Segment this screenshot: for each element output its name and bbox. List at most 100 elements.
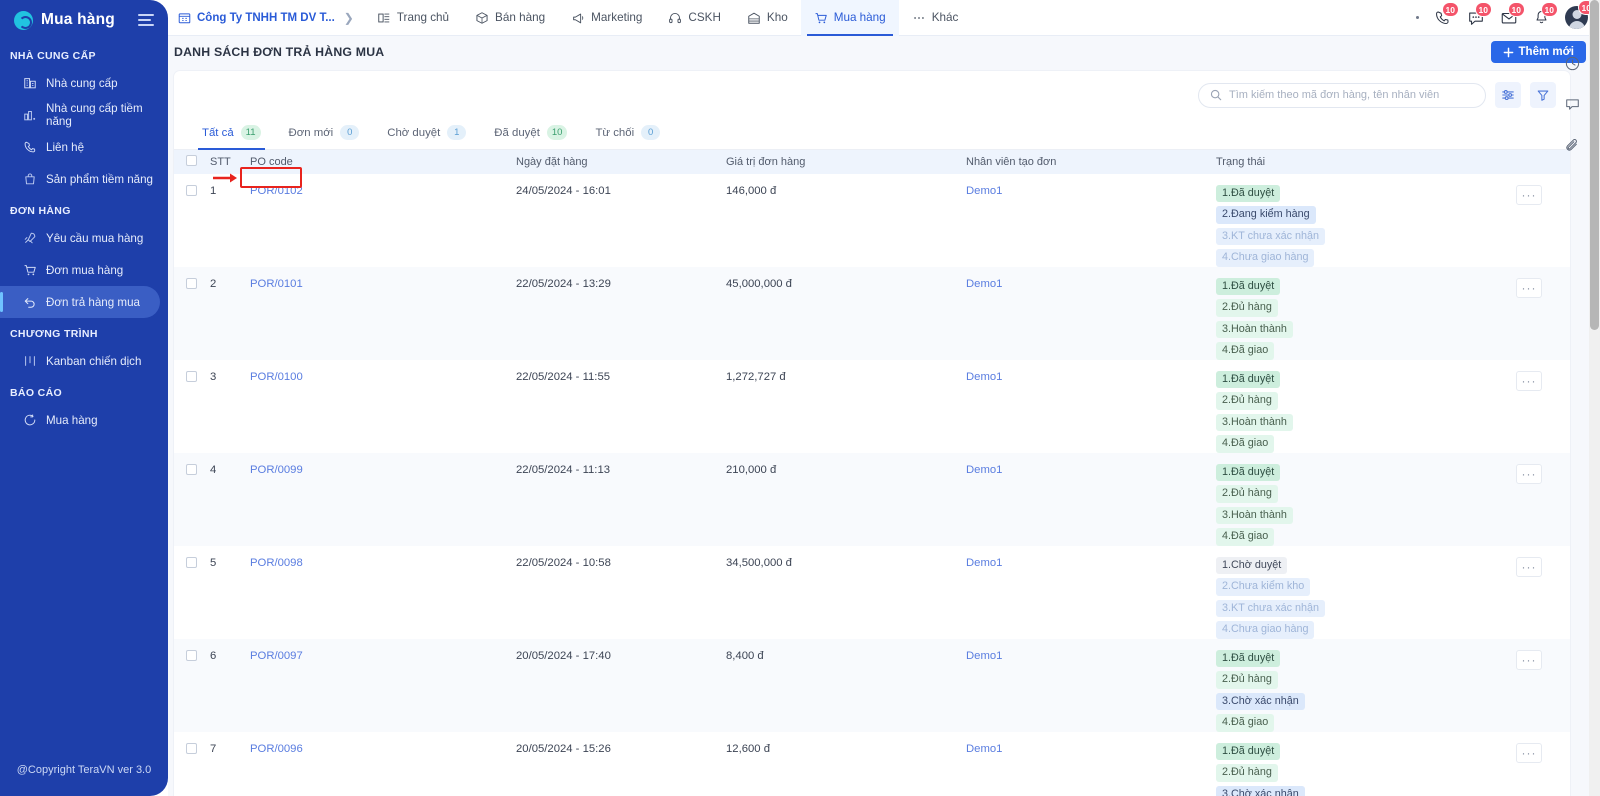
- table-row[interactable]: 5 POR/0098 22/05/2024 - 10:58 34,500,000 đ D…: [174, 546, 1570, 639]
- row-employee-cell-text[interactable]: Demo1: [966, 650, 1002, 662]
- row-employee-cell[interactable]: Demo1: [962, 360, 1212, 453]
- table-row[interactable]: 6 POR/0097 20/05/2024 - 17:40 8,400 đ Demo1 1…: [174, 638, 1570, 732]
- topnav-item-3[interactable]: CSKH: [655, 0, 733, 36]
- search-input[interactable]: [1229, 89, 1474, 101]
- column-settings-button[interactable]: [1495, 82, 1521, 108]
- bell-icon[interactable]: 10: [1532, 2, 1558, 27]
- sidebar-item-0-g2[interactable]: Kanban chiến dịch: [0, 345, 160, 377]
- row-checkbox[interactable]: [186, 463, 197, 475]
- topnav-item-6[interactable]: Khác: [899, 0, 972, 36]
- user-avatar[interactable]: 10: [1565, 0, 1595, 29]
- row-checkbox[interactable]: [186, 277, 197, 289]
- select-all-checkbox[interactable]: [186, 155, 197, 166]
- row-employee-cell[interactable]: Demo1: [962, 452, 1212, 546]
- row-actions-menu-button[interactable]: ···: [1516, 649, 1542, 670]
- sidebar-item-label: Liên hệ: [46, 140, 85, 154]
- row-po-code-cell[interactable]: POR/0101: [246, 266, 512, 360]
- row-employee-cell-text[interactable]: Demo1: [966, 557, 1002, 569]
- sidebar-item-0-g1[interactable]: Yêu cầu mua hàng: [0, 222, 160, 254]
- topnav-item-0[interactable]: Trang chủ: [364, 0, 462, 36]
- row-employee-cell[interactable]: Demo1: [962, 174, 1212, 267]
- tab-2[interactable]: Chờ duyệt 1: [373, 119, 480, 149]
- row-actions-menu-button[interactable]: ···: [1516, 370, 1542, 391]
- row-po-code-cell-text[interactable]: POR/0098: [250, 557, 303, 569]
- row-po-code-cell[interactable]: POR/0097: [246, 638, 512, 732]
- row-employee-cell[interactable]: Demo1: [962, 546, 1212, 639]
- row-employee-cell-text[interactable]: Demo1: [966, 464, 1002, 476]
- row-employee-cell[interactable]: Demo1: [962, 732, 1212, 796]
- row-po-code-cell[interactable]: POR/0096: [246, 732, 512, 796]
- status-tabs: Tất cả 11 Đơn mới 0 Chờ duyệt 1 Đã duyệt 10 Từ c…: [174, 119, 1570, 150]
- row-checkbox[interactable]: [186, 185, 197, 196]
- search-box[interactable]: [1198, 82, 1486, 108]
- row-po-code-cell-text[interactable]: POR/0096: [250, 743, 303, 755]
- app-root: Mua hàng NHÀ CUNG CẤP Nhà cung cấp Nhà cun…: [0, 0, 1600, 796]
- row-po-code-cell[interactable]: POR/0098: [246, 546, 512, 639]
- row-checkbox[interactable]: [186, 649, 197, 661]
- sidebar-item-1-g0[interactable]: Nhà cung cấp tiềm năng: [0, 99, 160, 131]
- row-po-code-cell[interactable]: POR/0099: [246, 452, 512, 546]
- tab-4[interactable]: Từ chối 0: [581, 119, 674, 149]
- table-row[interactable]: 1 POR/0102 24/05/2024 - 16:01 146,000 đ Demo…: [174, 174, 1570, 267]
- row-actions-cell: ···: [1504, 638, 1570, 732]
- filter-button[interactable]: [1530, 82, 1556, 108]
- tab-1[interactable]: Đơn mới 0: [275, 119, 374, 149]
- row-actions-menu-button[interactable]: ···: [1516, 556, 1542, 577]
- row-po-code-cell-text[interactable]: POR/0100: [250, 371, 303, 383]
- paperclip-icon[interactable]: [1562, 135, 1582, 155]
- topnav-item-1[interactable]: Bán hàng: [462, 0, 558, 36]
- mail-icon[interactable]: 10: [1499, 2, 1525, 27]
- table-row[interactable]: 4 POR/0099 22/05/2024 - 11:13 210,000 đ Demo…: [174, 452, 1570, 546]
- top-nav-items: Trang chủ Bán hàng Marketing CSKH Kho Mua hàn…: [364, 0, 971, 36]
- row-po-code-cell[interactable]: POR/0100: [246, 360, 512, 453]
- hamburger-menu-icon[interactable]: [138, 14, 154, 26]
- row-po-code-cell-text[interactable]: POR/0102: [250, 185, 303, 197]
- chat-icon[interactable]: 10: [1466, 2, 1492, 27]
- row-checkbox[interactable]: [186, 556, 197, 568]
- row-checkbox[interactable]: [186, 370, 197, 382]
- table-row[interactable]: 7 POR/0096 20/05/2024 - 15:26 12,600 đ Demo1…: [174, 732, 1570, 796]
- tab-count-badge: 1: [447, 125, 467, 140]
- row-checkbox[interactable]: [186, 742, 197, 754]
- sidebar-item-2-g1[interactable]: Đơn trả hàng mua: [0, 286, 160, 318]
- phone-icon[interactable]: 10: [1433, 2, 1459, 27]
- sidebar-item-1-g1[interactable]: Đơn mua hàng: [0, 254, 160, 286]
- sidebar-item-0-g0[interactable]: Nhà cung cấp: [0, 67, 160, 99]
- row-po-code-cell-text[interactable]: POR/0097: [250, 650, 303, 662]
- row-employee-cell-text[interactable]: Demo1: [966, 278, 1002, 290]
- table-row[interactable]: 2 POR/0101 22/05/2024 - 13:29 45,000,000 đ D…: [174, 266, 1570, 360]
- row-po-code-cell-text[interactable]: POR/0099: [250, 464, 303, 476]
- row-employee-cell[interactable]: Demo1: [962, 266, 1212, 360]
- row-status-cell: 1.Chờ duyệt 2.Chưa kiểm kho 3.KT chưa xác …: [1212, 546, 1504, 639]
- company-breadcrumb[interactable]: Công Ty TNHH TM DV T...: [178, 11, 335, 24]
- tab-3[interactable]: Đã duyệt 10: [480, 119, 581, 149]
- row-actions-menu-button[interactable]: ···: [1516, 463, 1542, 484]
- row-employee-cell-text[interactable]: Demo1: [966, 185, 1002, 197]
- chat-bubble-icon[interactable]: [1562, 94, 1582, 114]
- clock-icon[interactable]: [1562, 53, 1582, 73]
- table-row[interactable]: 3 POR/0100 22/05/2024 - 11:55 1,272,727 đ De…: [174, 360, 1570, 453]
- page-title: DANH SÁCH ĐƠN TRẢ HÀNG MUA: [174, 45, 385, 59]
- row-actions-menu-button[interactable]: ···: [1516, 185, 1542, 205]
- row-employee-cell-text[interactable]: Demo1: [966, 743, 1002, 755]
- tab-0[interactable]: Tất cả 11: [188, 119, 275, 150]
- row-employee-cell[interactable]: Demo1: [962, 638, 1212, 732]
- status-pill-list: 1.Đã duyệt 2.Đủ hàng 3.Hoàn thành 4.Đã giao: [1216, 277, 1500, 360]
- cart-icon: [22, 263, 37, 278]
- sidebar-item-0-g3[interactable]: Mua hàng: [0, 404, 160, 436]
- sidebar-item-2-g0[interactable]: Liên hệ: [0, 131, 160, 163]
- row-po-code-cell-text[interactable]: POR/0101: [250, 278, 303, 290]
- sidebar-item-3-g0[interactable]: Sản phẩm tiềm năng: [0, 163, 160, 195]
- row-employee-cell-text[interactable]: Demo1: [966, 371, 1002, 383]
- page-scrollbar-track[interactable]: [1589, 0, 1600, 796]
- sidebar-header: Mua hàng: [0, 0, 168, 40]
- topnav-item-4[interactable]: Kho: [734, 0, 801, 36]
- topnav-item-2[interactable]: Marketing: [558, 0, 655, 36]
- page-scrollbar-thumb[interactable]: [1590, 0, 1599, 330]
- row-actions-menu-button[interactable]: ···: [1516, 742, 1542, 763]
- row-actions-menu-button[interactable]: ···: [1516, 277, 1542, 298]
- topnav-item-5[interactable]: Mua hàng: [800, 0, 899, 36]
- status-badge: 4.Đã giao: [1216, 714, 1275, 732]
- row-po-code-cell[interactable]: POR/0102: [246, 174, 512, 267]
- row-actions-cell: ···: [1504, 266, 1570, 360]
